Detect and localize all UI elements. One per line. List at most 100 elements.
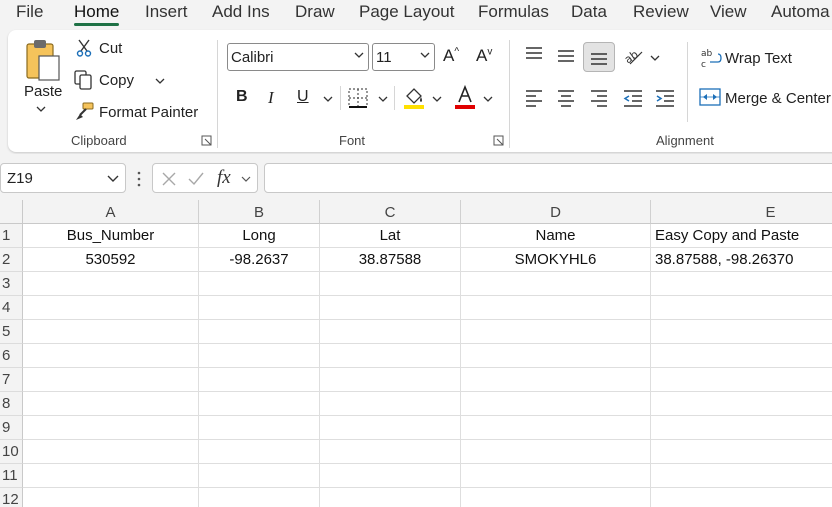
row-header-6[interactable]: 6 <box>0 344 23 368</box>
tab-file[interactable]: File <box>16 2 43 22</box>
cell-b10[interactable] <box>199 440 320 464</box>
cell-d3[interactable] <box>461 272 651 296</box>
orientation-dropdown-chevron-icon[interactable] <box>650 55 660 61</box>
borders-dropdown-chevron-icon[interactable] <box>378 96 388 102</box>
row-header-5[interactable]: 5 <box>0 320 23 344</box>
tab-automate[interactable]: Automa <box>771 2 830 22</box>
cell-b12[interactable] <box>199 488 320 507</box>
cell-a12[interactable] <box>23 488 199 507</box>
cancel-icon[interactable] <box>161 171 177 187</box>
grow-font-button[interactable]: A^ <box>443 46 459 66</box>
tab-review[interactable]: Review <box>633 2 689 22</box>
cell-c6[interactable] <box>320 344 461 368</box>
more-options-icon[interactable] <box>136 170 142 188</box>
cell-d10[interactable] <box>461 440 651 464</box>
row-header-2[interactable]: 2 <box>0 248 23 272</box>
cell-e8[interactable] <box>651 392 832 416</box>
cell-a3[interactable] <box>23 272 199 296</box>
italic-button[interactable]: I <box>268 88 274 108</box>
name-box[interactable]: Z19 <box>0 163 126 193</box>
merge-center-icon[interactable] <box>699 87 721 107</box>
copy-dropdown-chevron-icon[interactable] <box>155 78 165 84</box>
cell-b4[interactable] <box>199 296 320 320</box>
cell-b11[interactable] <box>199 464 320 488</box>
wrap-text-icon[interactable]: ab c <box>700 47 722 69</box>
tab-formulas[interactable]: Formulas <box>478 2 549 22</box>
row-header-9[interactable]: 9 <box>0 416 23 440</box>
cell-a9[interactable] <box>23 416 199 440</box>
cell-e1[interactable]: Easy Copy and Paste <box>651 224 832 248</box>
cell-b9[interactable] <box>199 416 320 440</box>
paste-icon[interactable] <box>24 38 62 82</box>
cell-d7[interactable] <box>461 368 651 392</box>
formula-input[interactable] <box>264 163 832 193</box>
cell-c1[interactable]: Lat <box>320 224 461 248</box>
tab-view[interactable]: View <box>710 2 747 22</box>
function-chevron-icon[interactable] <box>241 176 251 182</box>
cell-a2[interactable]: 530592 <box>23 248 199 272</box>
row-header-4[interactable]: 4 <box>0 296 23 320</box>
cell-d12[interactable] <box>461 488 651 507</box>
copy-icon[interactable] <box>74 70 92 90</box>
align-center-icon[interactable] <box>556 88 576 108</box>
format-painter-button[interactable]: Format Painter <box>99 104 198 121</box>
cell-c3[interactable] <box>320 272 461 296</box>
wrap-text-button[interactable]: Wrap Text <box>725 50 792 67</box>
column-header-d[interactable]: D <box>461 200 651 224</box>
cell-d9[interactable] <box>461 416 651 440</box>
cell-e3[interactable] <box>651 272 832 296</box>
cell-c7[interactable] <box>320 368 461 392</box>
font-family-dropdown[interactable]: Calibri <box>227 43 369 71</box>
font-size-dropdown[interactable]: 11 <box>372 43 435 71</box>
cell-c5[interactable] <box>320 320 461 344</box>
row-header-10[interactable]: 10 <box>0 440 23 464</box>
font-color-dropdown-chevron-icon[interactable] <box>483 96 493 102</box>
name-box-chevron-icon[interactable] <box>107 175 119 182</box>
cell-a7[interactable] <box>23 368 199 392</box>
cell-a11[interactable] <box>23 464 199 488</box>
cell-e9[interactable] <box>651 416 832 440</box>
bottom-align-icon[interactable] <box>589 46 609 66</box>
clipboard-dialog-launcher-icon[interactable] <box>201 135 212 146</box>
tab-add-ins[interactable]: Add Ins <box>212 2 270 22</box>
cell-b2[interactable]: -98.2637 <box>199 248 320 272</box>
cell-e6[interactable] <box>651 344 832 368</box>
tab-page-layout[interactable]: Page Layout <box>359 2 454 22</box>
copy-button[interactable]: Copy <box>99 72 134 89</box>
cell-d1[interactable]: Name <box>461 224 651 248</box>
row-header-8[interactable]: 8 <box>0 392 23 416</box>
orientation-icon[interactable]: ab <box>622 44 646 68</box>
tab-data[interactable]: Data <box>571 2 607 22</box>
cell-d8[interactable] <box>461 392 651 416</box>
cell-a1[interactable]: Bus_Number <box>23 224 199 248</box>
cell-e11[interactable] <box>651 464 832 488</box>
cell-e7[interactable] <box>651 368 832 392</box>
cell-b1[interactable]: Long <box>199 224 320 248</box>
cell-b3[interactable] <box>199 272 320 296</box>
cell-d2[interactable]: SMOKYHL6 <box>461 248 651 272</box>
format-painter-icon[interactable] <box>74 102 94 122</box>
font-dialog-launcher-icon[interactable] <box>493 135 504 146</box>
cut-button[interactable]: Cut <box>99 40 122 57</box>
cell-c10[interactable] <box>320 440 461 464</box>
cell-e10[interactable] <box>651 440 832 464</box>
decrease-indent-icon[interactable] <box>622 88 644 108</box>
cell-a6[interactable] <box>23 344 199 368</box>
column-header-b[interactable]: B <box>199 200 320 224</box>
cell-b6[interactable] <box>199 344 320 368</box>
font-color-icon[interactable] <box>453 84 477 110</box>
cell-e4[interactable] <box>651 296 832 320</box>
cell-c4[interactable] <box>320 296 461 320</box>
increase-indent-icon[interactable] <box>654 88 676 108</box>
select-all-corner[interactable] <box>0 200 23 224</box>
cell-a4[interactable] <box>23 296 199 320</box>
enter-check-icon[interactable] <box>187 171 205 187</box>
underline-dropdown-chevron-icon[interactable] <box>323 96 333 102</box>
cut-icon[interactable] <box>76 39 92 57</box>
column-header-a[interactable]: A <box>23 200 199 224</box>
cell-e5[interactable] <box>651 320 832 344</box>
cell-d6[interactable] <box>461 344 651 368</box>
cell-e2[interactable]: 38.87588, -98.26370 <box>651 248 832 272</box>
row-header-11[interactable]: 11 <box>0 464 23 488</box>
tab-draw[interactable]: Draw <box>295 2 335 22</box>
